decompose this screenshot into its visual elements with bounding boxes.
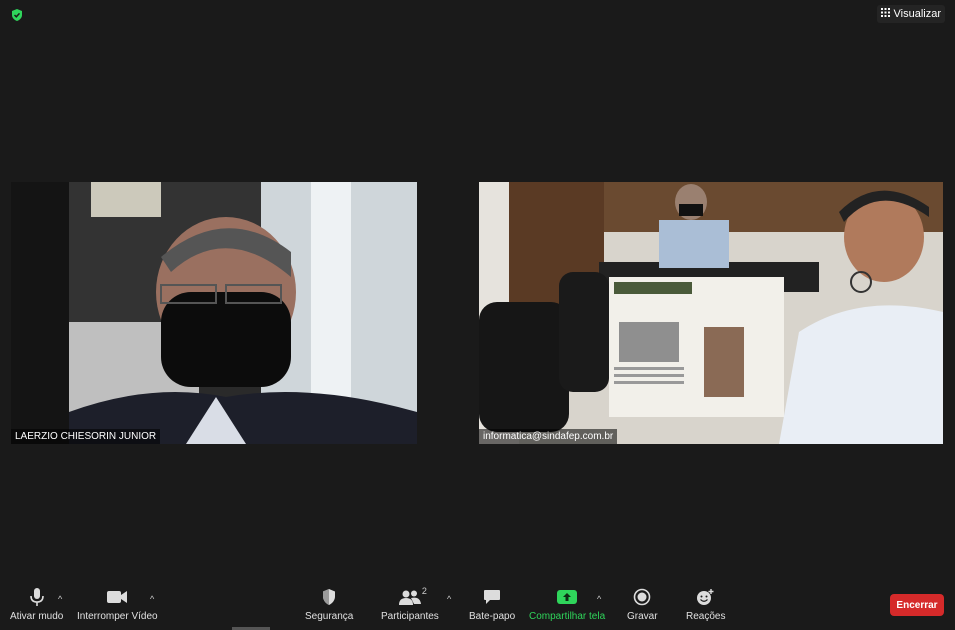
view-label: Visualizar <box>893 8 942 20</box>
participant-video-1 <box>11 182 417 444</box>
record-button[interactable]: Gravar <box>627 586 658 622</box>
share-screen-label: Compartilhar tela <box>529 611 606 622</box>
reactions-button[interactable]: Reações <box>686 586 725 622</box>
reactions-label: Reações <box>686 611 726 622</box>
security-label: Segurança <box>305 611 354 622</box>
participant-name-2: informatica@sindafep.com.br <box>479 429 618 444</box>
participants-options-chevron-icon[interactable]: ^ <box>447 594 451 604</box>
chat-label: Bate-papo <box>469 611 516 622</box>
video-label: Interromper Vídeo <box>77 611 158 622</box>
participant-video-2 <box>479 182 943 444</box>
participants-count: 2 <box>421 586 427 596</box>
participant-name-1: LAERZIO CHIESORIN JUNIOR <box>11 429 161 444</box>
end-meeting-button[interactable]: Encerrar <box>890 594 944 616</box>
chat-bubble-icon <box>479 586 505 608</box>
security-shield-icon[interactable] <box>10 8 24 22</box>
chat-button[interactable]: Bate-papo <box>469 586 515 622</box>
security-button[interactable]: Segurança <box>305 586 353 622</box>
share-options-chevron-icon[interactable]: ^ <box>597 594 601 604</box>
video-tile-1[interactable]: LAERZIO CHIESORIN JUNIOR <box>11 182 417 444</box>
emoji-plus-icon <box>693 586 719 608</box>
video-tile-2[interactable]: informatica@sindafep.com.br <box>479 182 943 444</box>
mute-button[interactable]: Ativar mudo <box>10 586 63 622</box>
video-button[interactable]: Interromper Vídeo <box>77 586 158 622</box>
record-icon <box>629 586 655 608</box>
mute-label: Ativar mudo <box>10 611 64 622</box>
mute-options-chevron-icon[interactable]: ^ <box>58 594 62 604</box>
participants-icon: 2 <box>397 586 427 608</box>
record-label: Gravar <box>627 611 658 622</box>
participants-button[interactable]: 2 Participantes <box>381 586 439 622</box>
grid-icon <box>880 8 890 20</box>
participants-label: Participantes <box>381 611 439 622</box>
video-options-chevron-icon[interactable]: ^ <box>150 594 154 604</box>
meeting-toolbar: Ativar mudo ^ Interromper Vídeo ^ Segura… <box>0 584 955 630</box>
video-camera-icon <box>104 586 130 608</box>
shield-icon <box>316 586 342 608</box>
share-screen-button[interactable]: Compartilhar tela <box>529 586 605 622</box>
view-button[interactable]: Visualizar <box>876 5 945 23</box>
microphone-icon <box>24 586 50 608</box>
share-screen-icon <box>554 586 580 608</box>
